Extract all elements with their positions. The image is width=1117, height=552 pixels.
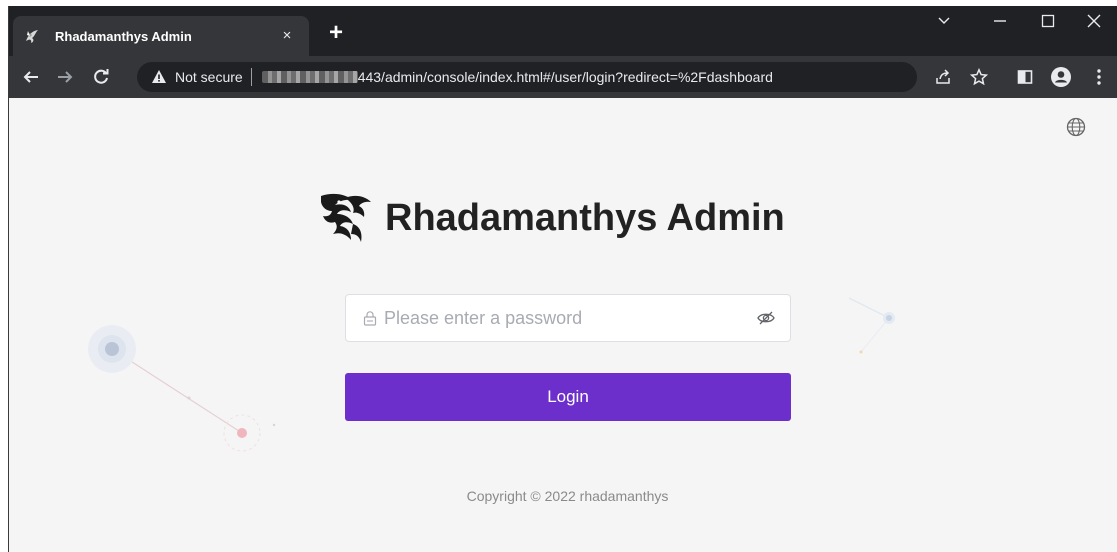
page-title: Rhadamanthys Admin <box>385 196 785 239</box>
decorative-network-right <box>848 297 895 354</box>
new-tab-button[interactable]: + <box>323 20 349 46</box>
brand-header: Rhadamanthys Admin <box>315 190 785 246</box>
maximize-icon[interactable] <box>1025 6 1071 36</box>
decorative-network-left <box>88 325 276 452</box>
forward-arrow-icon[interactable] <box>53 65 77 89</box>
dragon-logo-icon <box>315 190 375 246</box>
warning-icon <box>151 69 167 85</box>
redacted-host <box>261 71 358 83</box>
password-input[interactable] <box>384 295 756 341</box>
browser-window: Rhadamanthys Admin × + Not secure 443/ad… <box>8 6 1117 552</box>
browser-toolbar: Not secure 443/admin/console/index.html#… <box>9 56 1117 98</box>
eye-hidden-icon[interactable] <box>756 308 776 328</box>
minimize-icon[interactable] <box>977 6 1023 36</box>
password-field[interactable] <box>345 294 791 342</box>
url-text[interactable]: 443/admin/console/index.html#/user/login… <box>358 69 773 85</box>
side-panel-icon[interactable] <box>1013 65 1037 89</box>
reload-icon[interactable] <box>89 65 113 89</box>
omnibox-divider <box>250 68 252 86</box>
star-icon[interactable] <box>967 65 991 89</box>
back-arrow-icon[interactable] <box>19 65 43 89</box>
page-viewport: Rhadamanthys Admin Login Copyright © 202… <box>9 98 1117 552</box>
profile-icon[interactable] <box>1049 65 1073 89</box>
menu-icon[interactable] <box>1087 65 1111 89</box>
share-icon[interactable] <box>931 65 955 89</box>
copyright-text: Copyright © 2022 rhadamanthys <box>466 488 669 504</box>
chevron-down-icon[interactable] <box>921 6 967 36</box>
security-label[interactable]: Not secure <box>175 69 243 85</box>
globe-icon[interactable] <box>1065 116 1087 138</box>
tab-close-icon[interactable]: × <box>277 26 297 46</box>
tab-title: Rhadamanthys Admin <box>55 28 192 44</box>
lock-icon <box>362 310 378 326</box>
address-bar[interactable]: Not secure 443/admin/console/index.html#… <box>137 62 917 92</box>
close-icon[interactable] <box>1071 6 1117 36</box>
dragon-icon <box>23 27 41 45</box>
login-button[interactable]: Login <box>345 373 791 421</box>
tab-rhadamanthys-admin[interactable]: Rhadamanthys Admin × <box>13 16 309 56</box>
tab-strip: Rhadamanthys Admin × + <box>9 6 1117 56</box>
